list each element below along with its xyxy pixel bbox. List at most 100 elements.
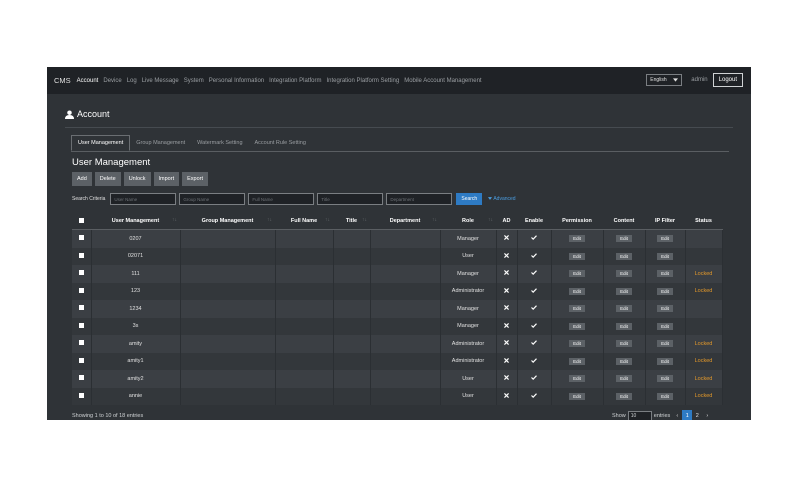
edit-ip-filter-button[interactable]: Edit — [657, 270, 673, 278]
nav-item-live-message[interactable]: Live Message — [142, 78, 179, 84]
edit-content-button[interactable]: Edit — [616, 235, 632, 243]
row-checkbox[interactable] — [78, 322, 84, 328]
prev-page-button[interactable]: ‹ — [672, 410, 682, 420]
title-input[interactable]: Title — [317, 193, 384, 205]
edit-permission-button[interactable]: Edit — [569, 270, 585, 278]
edit-content-button[interactable]: Edit — [616, 375, 632, 383]
table-row[interactable]: amity Administrator Edit Edit Edit Locked — [72, 335, 723, 353]
row-checkbox[interactable] — [78, 357, 84, 363]
edit-content-button[interactable]: Edit — [616, 392, 632, 400]
select-all-checkbox[interactable] — [79, 217, 84, 223]
language-select[interactable]: English — [646, 74, 683, 86]
logout-button[interactable]: Logout — [712, 73, 743, 87]
row-select-cell[interactable] — [72, 317, 92, 335]
edit-ip-filter-button[interactable]: Edit — [657, 322, 673, 330]
edit-content-button[interactable]: Edit — [616, 287, 632, 295]
entries-per-page-select[interactable]: 10 — [627, 410, 652, 420]
search-button[interactable]: Search — [456, 193, 483, 205]
row-checkbox[interactable] — [78, 270, 84, 276]
row-select-cell[interactable] — [72, 370, 92, 388]
unlock-button[interactable]: Unlock — [123, 172, 151, 186]
next-page-button[interactable]: › — [702, 410, 712, 420]
table-row[interactable]: 0207 Manager Edit Edit Edit — [72, 229, 723, 248]
row-select-cell[interactable] — [72, 300, 92, 318]
edit-content-button[interactable]: Edit — [616, 252, 632, 260]
tab-account-rule-setting[interactable]: Account Rule Setting — [249, 135, 312, 151]
edit-ip-filter-button[interactable]: Edit — [657, 287, 673, 295]
row-select-cell[interactable] — [72, 335, 92, 353]
tab-watermark-setting[interactable]: Watermark Setting — [191, 135, 248, 151]
edit-ip-filter-button[interactable]: Edit — [657, 340, 673, 348]
table-row[interactable]: 111 Manager Edit Edit Edit Locked — [72, 265, 723, 283]
edit-permission-button[interactable]: Edit — [569, 252, 585, 260]
edit-permission-button[interactable]: Edit — [569, 340, 585, 348]
row-select-cell[interactable] — [72, 265, 92, 283]
select-all-header[interactable] — [72, 213, 91, 230]
edit-content-button[interactable]: Edit — [616, 357, 632, 365]
column-header-title[interactable]: Title ↑↓ — [333, 213, 370, 230]
tab-user-management[interactable]: User Management — [71, 135, 131, 151]
row-select-cell[interactable] — [72, 352, 92, 370]
page-button-1[interactable]: 1 — [682, 410, 693, 420]
edit-permission-button[interactable]: Edit — [569, 305, 585, 313]
edit-permission-button[interactable]: Edit — [569, 375, 585, 383]
column-header-role[interactable]: Role ↑↓ — [440, 213, 496, 230]
group-name-input[interactable]: Group Name — [179, 193, 246, 205]
import-button[interactable]: Import — [153, 172, 180, 186]
table-row[interactable]: amity1 Administrator Edit Edit Edit Locked — [72, 352, 723, 370]
row-checkbox[interactable] — [78, 392, 84, 398]
row-checkbox[interactable] — [78, 305, 84, 311]
edit-content-button[interactable]: Edit — [616, 340, 632, 348]
user-name-input[interactable]: User Name — [110, 193, 177, 205]
column-header-department[interactable]: Department ↑↓ — [370, 213, 440, 230]
edit-permission-button[interactable]: Edit — [569, 357, 585, 365]
nav-item-log[interactable]: Log — [127, 78, 137, 84]
row-checkbox[interactable] — [78, 235, 84, 241]
edit-ip-filter-button[interactable]: Edit — [657, 375, 673, 383]
row-select-cell[interactable] — [72, 387, 92, 405]
export-button[interactable]: Export — [182, 172, 209, 186]
tab-group-management[interactable]: Group Management — [130, 135, 191, 151]
row-select-cell[interactable] — [72, 229, 92, 248]
row-checkbox[interactable] — [78, 375, 84, 381]
row-checkbox[interactable] — [78, 340, 84, 346]
column-header-user-management[interactable]: User Management ↑↓ — [91, 213, 180, 230]
column-header-group-management[interactable]: Group Management ↑↓ — [180, 213, 275, 230]
table-row[interactable]: amity2 User Edit Edit Edit Locked — [72, 370, 723, 388]
edit-ip-filter-button[interactable]: Edit — [657, 392, 673, 400]
edit-permission-button[interactable]: Edit — [569, 322, 585, 330]
nav-item-mobile-account-management[interactable]: Mobile Account Management — [404, 78, 481, 84]
row-select-cell[interactable] — [72, 247, 92, 265]
delete-button[interactable]: Delete — [94, 172, 121, 186]
table-row[interactable]: annie User Edit Edit Edit Locked — [72, 387, 723, 405]
edit-permission-button[interactable]: Edit — [569, 287, 585, 295]
nav-item-integration-platform-setting[interactable]: Integration Platform Setting — [327, 78, 400, 84]
department-input[interactable]: Department — [386, 193, 453, 205]
edit-ip-filter-button[interactable]: Edit — [657, 235, 673, 243]
column-header-full-name[interactable]: Full Name ↑↓ — [275, 213, 333, 230]
table-row[interactable]: 02071 User Edit Edit Edit — [72, 247, 723, 265]
edit-ip-filter-button[interactable]: Edit — [657, 357, 673, 365]
row-select-cell[interactable] — [72, 282, 92, 300]
brand-logo[interactable]: CMS — [54, 76, 71, 85]
table-row[interactable]: 1234 Manager Edit Edit Edit — [72, 300, 723, 318]
full-name-input[interactable]: Full Name — [248, 193, 315, 205]
table-row[interactable]: 123 Administrator Edit Edit Edit Locked — [72, 282, 723, 300]
nav-item-account[interactable]: Account — [77, 78, 99, 84]
nav-item-personal-information[interactable]: Personal Information — [209, 78, 264, 84]
edit-content-button[interactable]: Edit — [616, 270, 632, 278]
edit-ip-filter-button[interactable]: Edit — [657, 252, 673, 260]
advanced-search-link[interactable]: Advanced — [488, 196, 516, 202]
page-button-2[interactable]: 2 — [692, 410, 702, 420]
row-checkbox[interactable] — [78, 287, 84, 293]
nav-item-device[interactable]: Device — [103, 78, 121, 84]
add-button[interactable]: Add — [72, 172, 92, 186]
nav-item-system[interactable]: System — [184, 78, 204, 84]
table-row[interactable]: 3s Manager Edit Edit Edit — [72, 317, 723, 335]
edit-content-button[interactable]: Edit — [616, 305, 632, 313]
edit-content-button[interactable]: Edit — [616, 322, 632, 330]
edit-ip-filter-button[interactable]: Edit — [657, 305, 673, 313]
row-checkbox[interactable] — [78, 252, 84, 258]
nav-item-integration-platform[interactable]: Integration Platform — [269, 78, 321, 84]
edit-permission-button[interactable]: Edit — [569, 392, 585, 400]
